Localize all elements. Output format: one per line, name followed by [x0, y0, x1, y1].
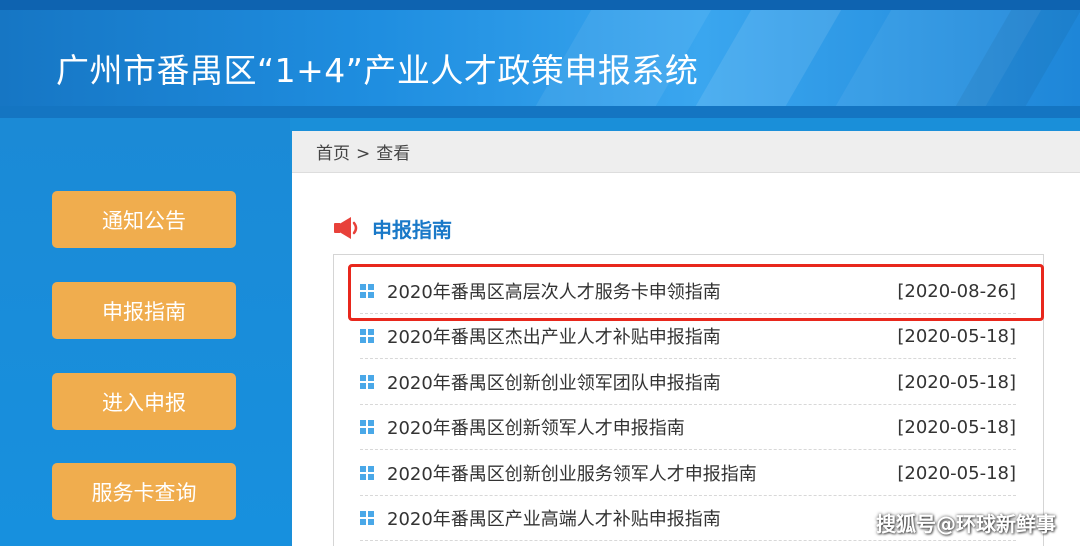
sidebar-item-notices[interactable]: 通知公告: [52, 191, 236, 248]
speaker-icon: [334, 217, 358, 239]
list-item-title: 2020年番禺区创新创业领军团队申报指南: [387, 373, 721, 394]
breadcrumb-separator: >: [356, 144, 371, 164]
grid-bullet-icon: [360, 420, 374, 434]
section-header: 申报指南: [332, 213, 452, 243]
watermark: 搜狐号@环球新鲜事: [876, 512, 1056, 536]
breadcrumb-home-link[interactable]: 首页: [316, 131, 350, 177]
grid-bullet-icon: [360, 511, 374, 525]
list-item-date: [2020-05-18]: [897, 325, 1016, 347]
list-item-title: 2020年番禺区创新创业服务领军人才申报指南: [387, 464, 757, 485]
list-item-title: 2020年番禺区杰出产业人才补贴申报指南: [387, 327, 721, 348]
list-item-date: [2020-05-18]: [897, 462, 1016, 484]
list-item-date: [2020-05-18]: [897, 416, 1016, 438]
grid-bullet-icon: [360, 329, 374, 343]
breadcrumb-current: 查看: [376, 144, 411, 164]
list-item-date: [2020-05-18]: [897, 371, 1016, 393]
section-title: 申报指南: [372, 217, 452, 242]
grid-bullet-icon: [360, 466, 374, 480]
header-top-strip: [0, 0, 1080, 10]
sidebar-item-guides[interactable]: 申报指南: [52, 282, 236, 339]
list-item-date: [2020-08-26]: [897, 280, 1016, 302]
list-item[interactable]: 2020年番禺区创新创业领军团队申报指南 [2020-05-18]: [360, 360, 1016, 405]
sidebar: 通知公告 申报指南 进入申报 服务卡查询: [0, 118, 290, 546]
grid-bullet-icon: [360, 375, 374, 389]
header-bottom-strip: [0, 106, 1080, 118]
list-item[interactable]: 2020年番禺区创新创业服务领军人才申报指南 [2020-05-18]: [360, 451, 1016, 496]
breadcrumb: 首页 > 查看: [292, 131, 1080, 173]
header-decoration: [688, 10, 842, 118]
grid-bullet-icon: [360, 284, 374, 298]
list-item-title: 2020年番禺区高层次人才服务卡申领指南: [387, 282, 721, 303]
sidebar-item-service-card-query[interactable]: 服务卡查询: [52, 463, 236, 520]
system-title: 广州市番禺区“1+4”产业人才政策申报系统: [56, 51, 699, 90]
guide-list: 2020年番禺区高层次人才服务卡申领指南 [2020-08-26] 2020年番…: [333, 254, 1044, 546]
list-item[interactable]: 2020年番禺区杰出产业人才补贴申报指南 [2020-05-18]: [360, 314, 1016, 359]
page-header: 广州市番禺区“1+4”产业人才政策申报系统: [0, 0, 1080, 118]
list-item[interactable]: 2020年番禺区高层次人才服务卡申领指南 [2020-08-26]: [360, 269, 1016, 314]
sidebar-item-apply[interactable]: 进入申报: [52, 373, 236, 430]
main-content: 首页 > 查看 申报指南 2020年番禺区高层次人才服务卡申领指南 [2020-08…: [292, 131, 1080, 546]
list-item-title: 2020年番禺区创新领军人才申报指南: [387, 418, 685, 439]
list-item[interactable]: 2020年番禺区创新领军人才申报指南 [2020-05-18]: [360, 405, 1016, 450]
